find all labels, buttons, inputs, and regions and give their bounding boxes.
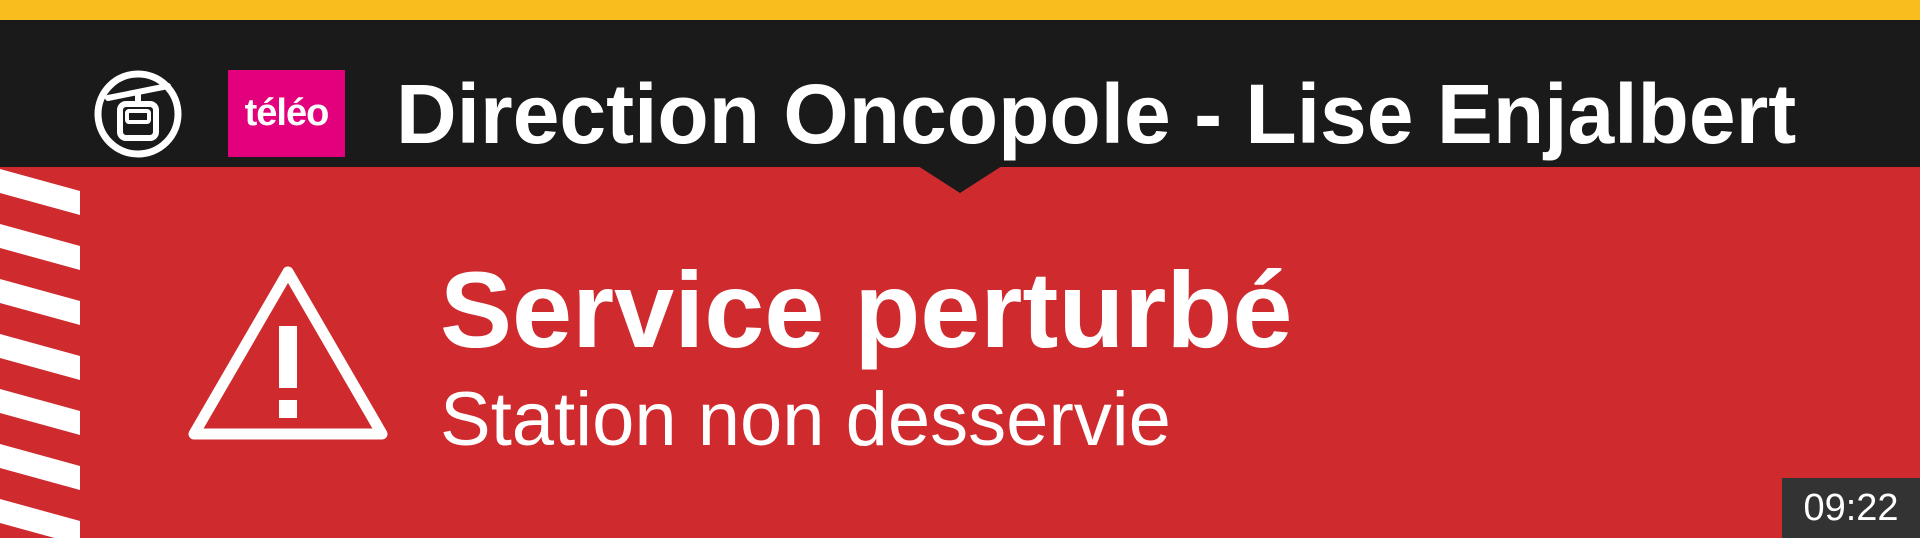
warning-icon <box>188 266 388 440</box>
direction-title: Direction Oncopole - Lise Enjalbert <box>396 67 1797 161</box>
clock: 09:22 <box>1782 478 1920 538</box>
status-subtitle: Station non desservie <box>440 377 1171 462</box>
top-accent-bar <box>0 0 1920 20</box>
teleo-logo-text: téléo <box>244 92 330 134</box>
teleo-logo: téléo <box>228 70 345 157</box>
header-pointer <box>918 166 1002 193</box>
disruption-display: téléo Direction Oncopole - Lise Enjalber… <box>0 0 1920 538</box>
hazard-stripes <box>0 169 80 538</box>
cable-car-icon <box>94 70 182 158</box>
status-title: Service perturbé <box>440 249 1293 370</box>
direction-header: téléo Direction Oncopole - Lise Enjalber… <box>0 20 1920 167</box>
